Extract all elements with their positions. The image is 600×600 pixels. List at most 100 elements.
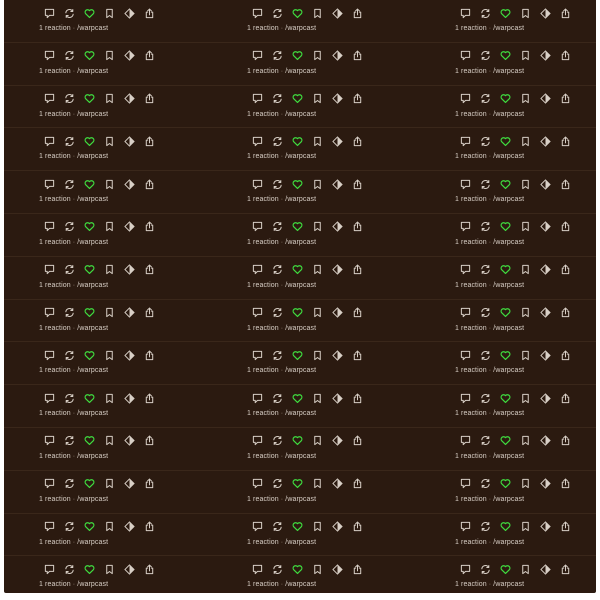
comment-button[interactable] [39,220,59,234]
share-button[interactable] [139,6,159,20]
like-heart-button[interactable] [287,6,307,20]
like-heart-button[interactable] [495,263,515,277]
reaction-count-link[interactable]: 1 reaction [247,539,279,546]
recast-button[interactable] [59,220,79,234]
reaction-count-link[interactable]: 1 reaction [247,282,279,289]
tip-button[interactable] [327,6,347,20]
share-button[interactable] [347,134,367,148]
like-heart-button[interactable] [287,263,307,277]
tip-button[interactable] [535,562,555,576]
comment-button[interactable] [247,306,267,320]
channel-link[interactable]: /warpcast [493,111,524,118]
like-heart-button[interactable] [287,134,307,148]
bookmark-button[interactable] [99,263,119,277]
channel-link[interactable]: /warpcast [77,581,108,588]
share-button[interactable] [139,348,159,362]
reaction-count-link[interactable]: 1 reaction [247,111,279,118]
channel-link[interactable]: /warpcast [285,282,316,289]
comment-button[interactable] [247,92,267,106]
reaction-count-link[interactable]: 1 reaction [455,111,487,118]
recast-button[interactable] [475,520,495,534]
channel-link[interactable]: /warpcast [493,410,524,417]
tip-button[interactable] [327,263,347,277]
tip-button[interactable] [535,348,555,362]
channel-link[interactable]: /warpcast [285,111,316,118]
recast-button[interactable] [59,263,79,277]
recast-button[interactable] [59,177,79,191]
share-button[interactable] [347,6,367,20]
channel-link[interactable]: /warpcast [77,196,108,203]
share-button[interactable] [347,348,367,362]
channel-link[interactable]: /warpcast [77,68,108,75]
reaction-count-link[interactable]: 1 reaction [455,581,487,588]
share-button[interactable] [555,520,575,534]
reaction-count-link[interactable]: 1 reaction [455,539,487,546]
tip-button[interactable] [535,306,555,320]
recast-button[interactable] [59,434,79,448]
recast-button[interactable] [475,306,495,320]
channel-link[interactable]: /warpcast [285,153,316,160]
reaction-count-link[interactable]: 1 reaction [247,367,279,374]
reaction-count-link[interactable]: 1 reaction [39,282,71,289]
like-heart-button[interactable] [287,348,307,362]
comment-button[interactable] [39,434,59,448]
bookmark-button[interactable] [307,263,327,277]
tip-button[interactable] [535,391,555,405]
share-button[interactable] [139,306,159,320]
recast-button[interactable] [475,434,495,448]
tip-button[interactable] [535,92,555,106]
reaction-count-link[interactable]: 1 reaction [247,68,279,75]
share-button[interactable] [347,220,367,234]
bookmark-button[interactable] [99,306,119,320]
comment-button[interactable] [455,306,475,320]
like-heart-button[interactable] [79,6,99,20]
like-heart-button[interactable] [287,477,307,491]
recast-button[interactable] [475,348,495,362]
tip-button[interactable] [327,562,347,576]
reaction-count-link[interactable]: 1 reaction [39,111,71,118]
share-button[interactable] [555,562,575,576]
channel-link[interactable]: /warpcast [493,453,524,460]
tip-button[interactable] [327,306,347,320]
bookmark-button[interactable] [99,177,119,191]
channel-link[interactable]: /warpcast [77,496,108,503]
recast-button[interactable] [475,263,495,277]
share-button[interactable] [139,134,159,148]
channel-link[interactable]: /warpcast [77,325,108,332]
recast-button[interactable] [475,177,495,191]
like-heart-button[interactable] [79,177,99,191]
like-heart-button[interactable] [495,306,515,320]
bookmark-button[interactable] [99,562,119,576]
like-heart-button[interactable] [79,306,99,320]
bookmark-button[interactable] [99,520,119,534]
reaction-count-link[interactable]: 1 reaction [39,25,71,32]
reaction-count-link[interactable]: 1 reaction [455,410,487,417]
share-button[interactable] [555,134,575,148]
channel-link[interactable]: /warpcast [285,239,316,246]
reaction-count-link[interactable]: 1 reaction [39,153,71,160]
like-heart-button[interactable] [79,520,99,534]
comment-button[interactable] [39,520,59,534]
reaction-count-link[interactable]: 1 reaction [39,325,71,332]
channel-link[interactable]: /warpcast [77,282,108,289]
reaction-count-link[interactable]: 1 reaction [39,496,71,503]
channel-link[interactable]: /warpcast [77,453,108,460]
comment-button[interactable] [39,306,59,320]
bookmark-button[interactable] [307,434,327,448]
recast-button[interactable] [475,562,495,576]
comment-button[interactable] [455,391,475,405]
share-button[interactable] [347,520,367,534]
share-button[interactable] [139,49,159,63]
bookmark-button[interactable] [307,134,327,148]
channel-link[interactable]: /warpcast [285,367,316,374]
comment-button[interactable] [455,92,475,106]
comment-button[interactable] [247,391,267,405]
comment-button[interactable] [455,134,475,148]
comment-button[interactable] [39,49,59,63]
bookmark-button[interactable] [515,434,535,448]
bookmark-button[interactable] [515,306,535,320]
recast-button[interactable] [267,177,287,191]
like-heart-button[interactable] [79,348,99,362]
reaction-count-link[interactable]: 1 reaction [247,581,279,588]
recast-button[interactable] [267,520,287,534]
